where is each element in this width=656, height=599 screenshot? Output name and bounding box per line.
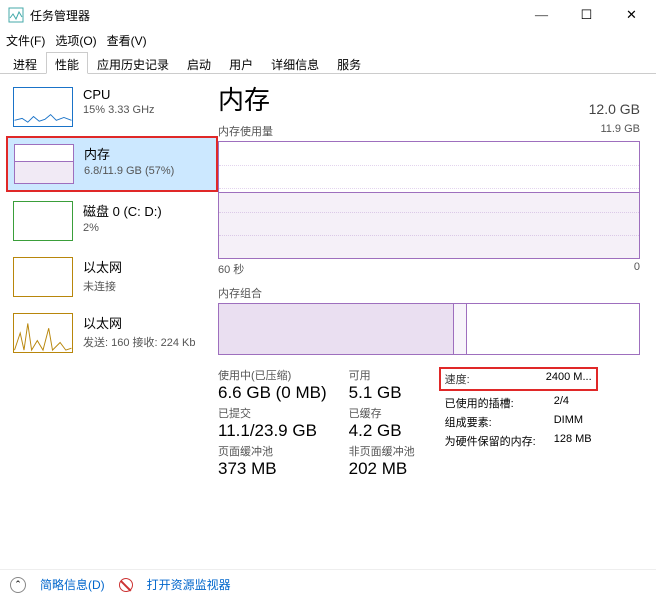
usage-axis-left: 60 秒 — [218, 261, 244, 277]
tab-users[interactable]: 用户 — [220, 52, 262, 73]
app-icon — [8, 7, 24, 23]
spec-form-val: DIMM — [554, 414, 592, 430]
stat-inuse-lbl: 使用中(已压缩) — [218, 367, 327, 383]
tab-apphistory[interactable]: 应用历史记录 — [88, 52, 178, 73]
spec-speed-lbl: 速度: — [445, 371, 499, 387]
usage-axis-right: 0 — [634, 261, 640, 277]
tab-services[interactable]: 服务 — [328, 52, 370, 73]
usage-chart-max: 11.9 GB — [600, 123, 640, 139]
stat-cached-lbl: 已缓存 — [349, 405, 415, 421]
sidebar-item-disk[interactable]: 磁盘 0 (C: D:) 2% — [6, 194, 218, 248]
spec-form-lbl: 组成要素: — [445, 414, 536, 430]
sidebar-net0-title: 以太网 — [83, 257, 211, 276]
minimize-button[interactable]: — — [519, 1, 564, 29]
stat-commit-lbl: 已提交 — [218, 405, 327, 421]
stat-cached-val: 4.2 GB — [349, 421, 415, 441]
sidebar-net1-sub: 发送: 160 接收: 224 Kb — [83, 334, 211, 350]
spec-slots-lbl: 已使用的插槽: — [445, 395, 536, 411]
footer: ⌃ 简略信息(D) 打开资源监视器 — [0, 569, 656, 599]
spec-reserved-val: 128 MB — [554, 433, 592, 449]
tab-startup[interactable]: 启动 — [178, 52, 220, 73]
sidebar-net1-title: 以太网 — [83, 313, 211, 332]
usage-chart — [218, 141, 640, 259]
stat-nonpaged-lbl: 非页面缓冲池 — [349, 443, 415, 459]
spec-speed-val: 2400 M... — [517, 371, 592, 387]
stat-nonpaged-val: 202 MB — [349, 459, 415, 479]
perf-sidebar: CPU 15% 3.33 GHz 内存 6.8/11.9 GB (57%) 磁盘… — [0, 74, 218, 569]
menu-view[interactable]: 查看(V) — [107, 32, 147, 49]
sidebar-mem-title: 内存 — [84, 144, 210, 163]
spec-slots-val: 2/4 — [554, 395, 592, 411]
stat-avail-val: 5.1 GB — [349, 383, 415, 403]
cpu-thumb — [13, 87, 73, 127]
sidebar-item-memory[interactable]: 内存 6.8/11.9 GB (57%) — [6, 136, 218, 192]
sidebar-item-cpu[interactable]: CPU 15% 3.33 GHz — [6, 80, 218, 134]
open-resmon-link[interactable]: 打开资源监视器 — [147, 576, 231, 593]
resmon-icon — [119, 578, 133, 592]
net0-thumb — [13, 257, 73, 297]
stat-avail-lbl: 可用 — [349, 367, 415, 383]
tab-details[interactable]: 详细信息 — [262, 52, 328, 73]
sidebar-cpu-sub: 15% 3.33 GHz — [83, 104, 211, 116]
brief-info-link[interactable]: 简略信息(D) — [40, 576, 105, 593]
sidebar-net0-sub: 未连接 — [83, 278, 211, 294]
sidebar-item-ethernet1[interactable]: 以太网 发送: 160 接收: 224 Kb — [6, 306, 218, 360]
stat-paged-lbl: 页面缓冲池 — [218, 443, 327, 459]
spec-reserved-lbl: 为硬件保留的内存: — [445, 433, 536, 449]
memory-thumb — [14, 144, 74, 184]
sidebar-disk-title: 磁盘 0 (C: D:) — [83, 201, 211, 220]
composition-chart — [218, 303, 640, 355]
stat-commit-val: 11.1/23.9 GB — [218, 421, 327, 441]
stat-paged-val: 373 MB — [218, 459, 327, 479]
net1-thumb — [13, 313, 73, 353]
sidebar-mem-sub: 6.8/11.9 GB (57%) — [84, 165, 210, 177]
stat-inuse-val: 6.6 GB (0 MB) — [218, 383, 327, 403]
stats-left: 使用中(已压缩)6.6 GB (0 MB) 可用5.1 GB 已提交11.1/2… — [218, 367, 415, 479]
window-titlebar: 任务管理器 — ☐ ✕ — [0, 0, 656, 30]
close-button[interactable]: ✕ — [609, 1, 654, 29]
tab-processes[interactable]: 进程 — [4, 52, 46, 73]
detail-pane: 内存 12.0 GB 内存使用量 11.9 GB 60 秒 0 内存组合 — [218, 74, 656, 569]
spec-highlight: 速度: 2400 M... — [439, 367, 598, 391]
sidebar-disk-sub: 2% — [83, 222, 211, 234]
menu-file[interactable]: 文件(F) — [6, 32, 45, 49]
menu-options[interactable]: 选项(O) — [55, 32, 96, 49]
chevron-up-icon[interactable]: ⌃ — [10, 577, 26, 593]
tabstrip: 进程 性能 应用历史记录 启动 用户 详细信息 服务 — [0, 50, 656, 74]
page-title: 内存 — [218, 80, 270, 117]
usage-chart-label: 内存使用量 — [218, 123, 273, 139]
maximize-button[interactable]: ☐ — [564, 1, 609, 29]
menubar: 文件(F) 选项(O) 查看(V) — [0, 30, 656, 50]
comp-chart-label: 内存组合 — [218, 285, 262, 301]
sidebar-cpu-title: CPU — [83, 87, 211, 102]
total-memory: 12.0 GB — [589, 101, 640, 117]
window-title: 任务管理器 — [30, 7, 519, 24]
sidebar-item-ethernet0[interactable]: 以太网 未连接 — [6, 250, 218, 304]
spec-rest: 已使用的插槽: 2/4 组成要素: DIMM 为硬件保留的内存: 128 MB — [439, 395, 598, 449]
disk-thumb — [13, 201, 73, 241]
tab-performance[interactable]: 性能 — [46, 52, 88, 74]
